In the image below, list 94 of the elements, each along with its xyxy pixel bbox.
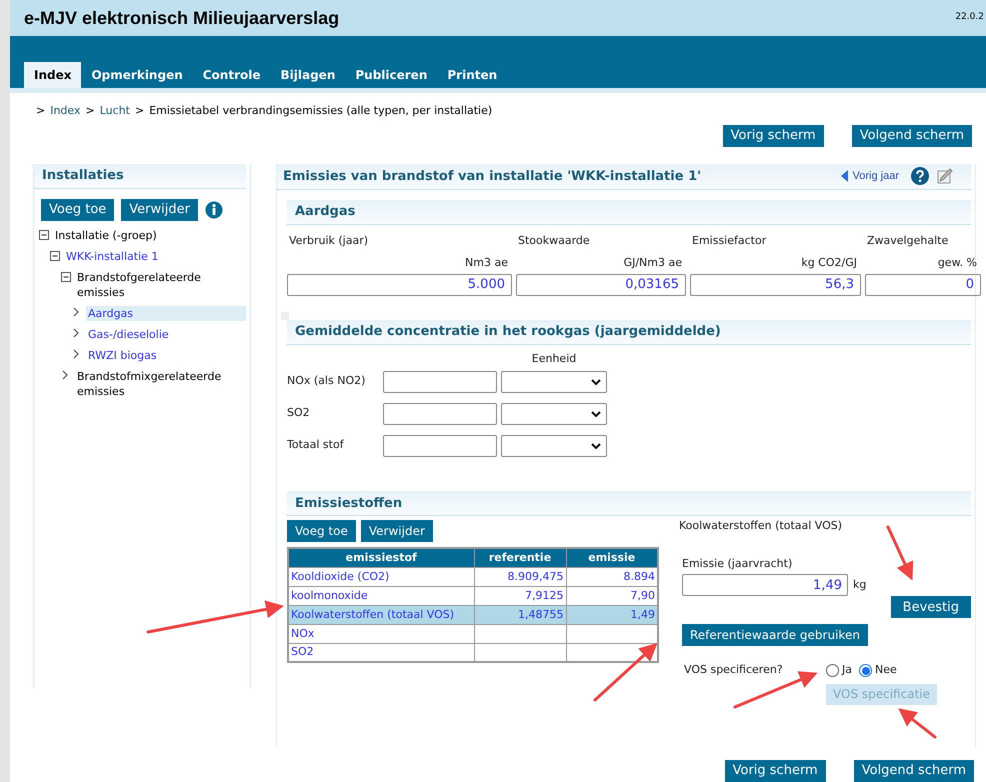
unit-label: Nm3 ae <box>464 255 509 272</box>
question-label: VOS specificeren? <box>684 662 784 678</box>
unit-dropdown[interactable] <box>501 371 607 394</box>
table-cell: 7,9125 <box>474 586 566 606</box>
table-row[interactable]: Koolwaterstoffen (totaal VOS) 1,48755 1,49 <box>288 605 658 624</box>
chevron-down-icon <box>591 442 601 450</box>
table-cell: NOx <box>288 624 474 644</box>
option-label: Nee <box>875 662 897 678</box>
breadcrumb-separator: > <box>36 103 46 120</box>
tab[interactable]: Controle <box>192 62 270 88</box>
input-field[interactable]: 1,49 <box>682 574 848 596</box>
annotation-arrow <box>594 642 658 702</box>
field-label: Totaal stof <box>287 437 345 454</box>
tree-item[interactable]: Brandstofgerelateerde emissies <box>75 270 250 300</box>
remove-button[interactable]: Verwijder <box>121 198 198 221</box>
section-title: Emissiestoffen <box>295 494 402 513</box>
input-field[interactable] <box>383 403 497 426</box>
column-header: referentie <box>474 548 566 568</box>
tree-item[interactable]: RWZI biogas <box>86 348 159 363</box>
unit-dropdown[interactable] <box>501 435 607 458</box>
use-reference-button[interactable]: Referentiewaarde gebruiken <box>682 624 868 646</box>
input-field[interactable]: 56,3 <box>690 274 861 296</box>
tree-item[interactable]: Installatie (-groep) <box>53 228 159 243</box>
edit-icon <box>937 168 953 184</box>
table-row[interactable]: NOx <box>288 624 658 644</box>
field-label: Zwavelgehalte <box>866 232 950 249</box>
table-row[interactable]: Kooldioxide (CO2) 8.909,475 8.894 <box>288 567 658 586</box>
back-arrow-icon <box>840 170 849 182</box>
breadcrumb-separator: > <box>134 103 144 120</box>
table-cell: Kooldioxide (CO2) <box>288 567 474 586</box>
field-label: Verbruik (jaar) <box>288 232 370 249</box>
tab[interactable]: Opmerkingen <box>81 62 193 88</box>
chevron-down-icon <box>591 410 601 418</box>
unit-label: kg CO2/GJ <box>800 255 858 272</box>
previous-screen-button[interactable]: Vorig scherm <box>724 760 826 782</box>
unit-label: gew. % <box>936 255 978 272</box>
radio-button[interactable] <box>859 664 872 678</box>
section-title: Aardgas <box>295 203 356 222</box>
detail-title: Koolwaterstoffen (totaal VOS) <box>679 518 844 534</box>
tab[interactable]: Printen <box>437 62 508 88</box>
tab[interactable]: Index <box>24 62 82 88</box>
table-row[interactable]: koolmonoxide 7,9125 7,90 <box>288 586 658 606</box>
unit-dropdown[interactable] <box>501 403 607 426</box>
column-header: emissiestof <box>288 548 474 568</box>
remove-button[interactable]: Verwijder <box>360 520 433 542</box>
input-field[interactable]: 0,03165 <box>516 274 686 296</box>
radio-button[interactable] <box>826 664 839 678</box>
breadcrumb-current: Emissietabel verbrandingsemissies (alle typen, per installatie) <box>149 103 492 120</box>
field-label: Stookwaarde <box>517 232 591 249</box>
add-button[interactable]: Voeg toe <box>41 198 114 221</box>
chevron-down-icon <box>591 378 601 386</box>
field-label: NOx (als NO2) <box>287 373 366 390</box>
add-button[interactable]: Voeg toe <box>287 520 356 542</box>
table-row[interactable]: SO2 <box>288 643 658 662</box>
next-screen-button[interactable]: Volgend scherm <box>852 124 972 147</box>
input-field[interactable]: 5.000 <box>287 274 512 296</box>
field-label: Emissie (jaarvracht) <box>682 556 794 572</box>
panel-title: Emissies van brandstof van installatie 'WKK-installatie 1' <box>283 168 702 186</box>
table-cell: koolmonoxide <box>288 586 474 606</box>
info-icon <box>204 200 223 219</box>
column-label: Eenheid <box>530 350 578 367</box>
tree-item[interactable]: Gas-/dieselolie <box>86 326 171 342</box>
field-label: SO2 <box>287 405 311 422</box>
breadcrumb-link[interactable]: Index <box>50 103 81 120</box>
version-label: 22.0.2 <box>955 11 984 24</box>
section-title: Gemiddelde concentratie in het rookgas (jaargemiddelde) <box>295 323 721 342</box>
input-field[interactable] <box>383 371 497 394</box>
annotation-arrow <box>886 526 914 580</box>
column-header: emissie <box>566 548 658 568</box>
field-label: Emissiefactor <box>691 232 768 249</box>
previous-screen-button[interactable]: Vorig scherm <box>722 124 824 147</box>
unit-label: kg <box>853 577 866 594</box>
annotation-arrow <box>898 708 936 738</box>
previous-year-link[interactable]: Vorig jaar <box>852 168 899 185</box>
input-field[interactable]: 0 <box>865 274 981 296</box>
help-icon <box>911 167 929 186</box>
tab[interactable]: Publiceren <box>345 62 438 88</box>
tree-item[interactable]: Brandstofmixgerelateerde emissies <box>75 368 250 399</box>
table-cell: 1,48755 <box>474 605 566 624</box>
table-cell: 8.909,475 <box>474 567 566 586</box>
tree-item[interactable]: WKK-installatie 1 <box>64 248 160 264</box>
input-field[interactable] <box>383 435 497 458</box>
next-screen-button[interactable]: Volgend scherm <box>854 760 974 782</box>
app-title: e-MJV elektronisch Milieujaarverslag <box>24 6 340 30</box>
tab[interactable]: Bijlagen <box>270 62 346 88</box>
unit-label: GJ/Nm3 ae <box>622 255 683 272</box>
breadcrumb-link[interactable]: Lucht <box>100 103 130 120</box>
resize-handle <box>281 312 289 320</box>
sidebar-title: Installaties <box>42 167 124 186</box>
confirm-button[interactable]: Bevestig <box>890 596 971 618</box>
table-cell: Koolwaterstoffen (totaal VOS) <box>288 605 474 624</box>
breadcrumb-separator: > <box>86 103 95 120</box>
option-label: Ja <box>842 662 852 678</box>
tree-item[interactable]: Aardgas <box>86 306 246 321</box>
